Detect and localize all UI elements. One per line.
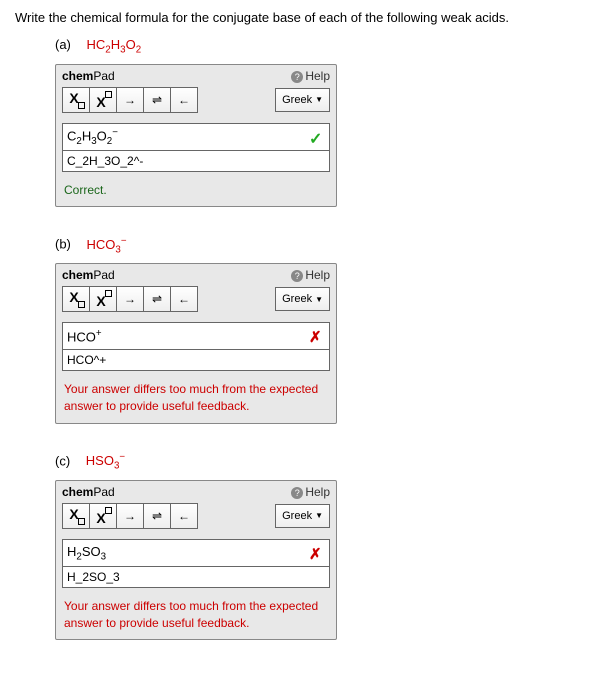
superscript-button[interactable]: X (90, 87, 117, 113)
feedback-text: Your answer differs too much from the ex… (56, 377, 336, 423)
subscript-box-icon (78, 518, 85, 525)
help-link[interactable]: ?Help (291, 485, 330, 499)
raw-input[interactable]: H_2SO_3 (62, 567, 330, 588)
raw-input[interactable]: HCO^+ (62, 350, 330, 371)
equilibrium-button[interactable]: ⇌ (144, 87, 171, 113)
chevron-down-icon: ▼ (315, 95, 323, 104)
given-formula: HSO3− (86, 453, 125, 468)
equilibrium-button[interactable]: ⇌ (144, 286, 171, 312)
help-link[interactable]: ?Help (291, 268, 330, 282)
arrow-button[interactable]: → (117, 87, 144, 113)
superscript-box-icon (105, 91, 112, 98)
feedback-text: Your answer differs too much from the ex… (56, 594, 336, 640)
part-label: (c) (55, 453, 70, 468)
subscript-button[interactable]: X (62, 87, 90, 113)
raw-input[interactable]: C_2H_3O_2^- (62, 151, 330, 172)
help-icon: ? (291, 270, 303, 282)
part-label: (b) (55, 237, 71, 252)
formula-display[interactable]: HCO+ ✗ (62, 322, 330, 350)
help-icon: ? (291, 487, 303, 499)
chevron-down-icon: ▼ (315, 295, 323, 304)
check-icon: ✓ (309, 131, 322, 148)
superscript-button[interactable]: X (90, 286, 117, 312)
superscript-box-icon (105, 290, 112, 297)
chempad-widget: chemPad ?Help X X → ⇌ ← Greek▼ (55, 480, 337, 641)
chempad-widget: chemPad ?Help X X → ⇌ ← Greek▼ (55, 263, 337, 424)
subscript-box-icon (78, 102, 85, 109)
superscript-box-icon (105, 507, 112, 514)
subscript-box-icon (78, 301, 85, 308)
chevron-down-icon: ▼ (315, 511, 323, 520)
back-button[interactable]: ← (171, 87, 198, 113)
greek-dropdown[interactable]: Greek▼ (275, 287, 330, 311)
equilibrium-button[interactable]: ⇌ (144, 503, 171, 529)
given-formula: HC2H3O2 (87, 37, 142, 52)
given-formula: HCO3− (87, 237, 127, 252)
arrow-button[interactable]: → (117, 286, 144, 312)
part-label: (a) (55, 37, 71, 52)
greek-dropdown[interactable]: Greek▼ (275, 88, 330, 112)
chempad-title: chemPad (62, 268, 115, 282)
question-text: Write the chemical formula for the conju… (15, 10, 600, 25)
help-link[interactable]: ?Help (291, 69, 330, 83)
chempad-title: chemPad (62, 69, 115, 83)
back-button[interactable]: ← (171, 503, 198, 529)
subscript-button[interactable]: X (62, 286, 90, 312)
superscript-button[interactable]: X (90, 503, 117, 529)
feedback-text: Correct. (56, 178, 336, 207)
arrow-button[interactable]: → (117, 503, 144, 529)
formula-display[interactable]: H2SO3 ✗ (62, 539, 330, 567)
x-icon: ✗ (309, 329, 322, 346)
x-icon: ✗ (309, 546, 322, 563)
chempad-title: chemPad (62, 485, 115, 499)
help-icon: ? (291, 71, 303, 83)
subscript-button[interactable]: X (62, 503, 90, 529)
formula-display[interactable]: C2H3O2− ✓ (62, 123, 330, 151)
chempad-widget: chemPad ?Help X X → ⇌ ← Greek▼ (55, 64, 337, 208)
back-button[interactable]: ← (171, 286, 198, 312)
greek-dropdown[interactable]: Greek▼ (275, 504, 330, 528)
